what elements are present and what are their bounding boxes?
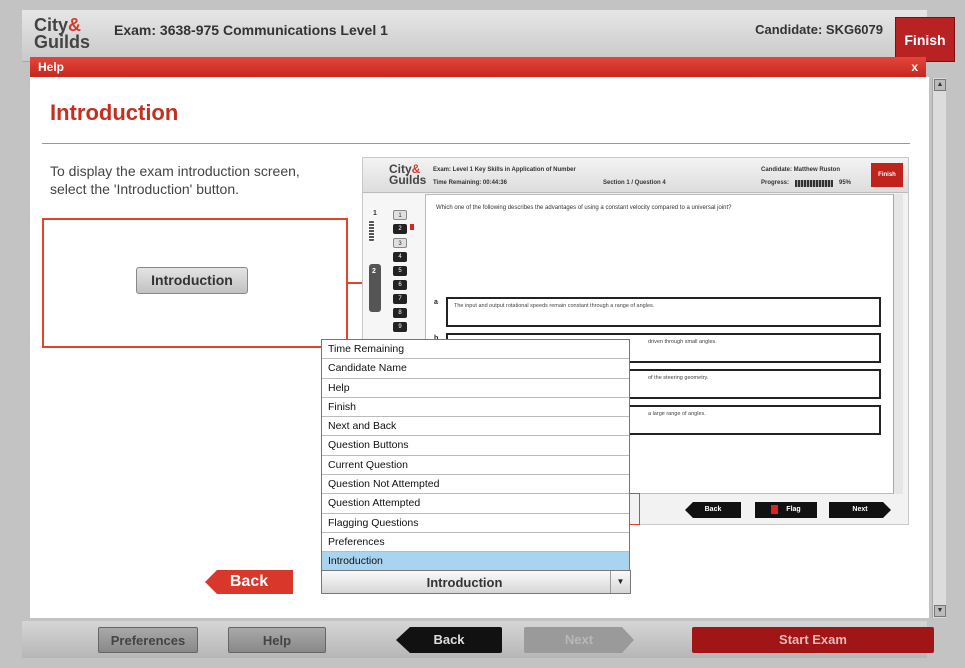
sample-exam-title: Exam: Level 1 Key Skills in Application … (433, 167, 576, 173)
sample-question-button: 3 (393, 238, 407, 248)
sample-next-button: Next (829, 502, 891, 518)
dropdown-option[interactable]: Help (322, 379, 629, 398)
dropdown-option[interactable]: Question Not Attempted (322, 475, 629, 495)
sample-section-1-label: 1 (373, 210, 377, 217)
preferences-button[interactable]: Preferences (98, 627, 198, 653)
sample-question-button: 9 (393, 322, 407, 332)
sample-question-button: 4 (393, 252, 407, 262)
sample-question-text: Which one of the following describes the… (436, 205, 732, 211)
sample-section: Section 1 / Question 4 (603, 180, 666, 186)
dropdown-option[interactable]: Question Buttons (322, 436, 629, 456)
dropdown-option-selected[interactable]: Introduction (322, 552, 629, 572)
help-scrollbar[interactable]: ▲ ▼ (932, 78, 946, 618)
scroll-up-arrow-icon[interactable]: ▲ (934, 79, 946, 91)
sample-section-1-bar (369, 220, 374, 242)
help-back-button[interactable]: Back (205, 570, 293, 594)
help-instruction-text: To display the exam introduction screen,… (50, 163, 300, 197)
sample-option: The input and output rotational speeds r… (446, 297, 881, 327)
dropdown-option[interactable]: Next and Back (322, 417, 629, 437)
help-topic-dropdown-list[interactable]: Time Remaining Candidate Name Help Finis… (321, 339, 630, 572)
help-window-title: Help (38, 60, 65, 74)
sample-section-2-label: 2 (372, 268, 376, 275)
exam-window: City& Guilds Exam: 3638-975 Communicatio… (0, 0, 965, 668)
flag-icon (771, 504, 779, 514)
dropdown-option[interactable]: Current Question (322, 456, 629, 476)
sample-candidate: Candidate: Matthew Ruston (761, 167, 840, 173)
chevron-down-icon[interactable]: ▼ (610, 571, 630, 593)
dropdown-option[interactable]: Question Attempted (322, 494, 629, 514)
dropdown-option[interactable]: Time Remaining (322, 340, 629, 360)
sample-back-button: Back (685, 502, 741, 518)
sample-progress-bar (795, 180, 833, 187)
finish-button[interactable]: Finish (895, 17, 955, 62)
sample-flag-button: Flag (755, 502, 817, 518)
flag-icon (410, 224, 414, 230)
sample-question-button: 5 (393, 266, 407, 276)
dropdown-option[interactable]: Candidate Name (322, 359, 629, 379)
scroll-down-arrow-icon[interactable]: ▼ (934, 605, 946, 617)
sample-option-letter: a (434, 299, 438, 306)
help-topic-select[interactable]: Introduction ▼ (321, 570, 631, 594)
sample-question-button: 7 (393, 294, 407, 304)
sample-header: City& Guilds Exam: Level 1 Key Skills in… (363, 158, 908, 193)
sample-question-button: 1 (393, 210, 407, 220)
sample-scrollbar (893, 194, 903, 494)
help-window-titlebar: Help x (30, 57, 926, 77)
example-introduction-button: Introduction (136, 267, 248, 294)
next-button-disabled[interactable]: Next (524, 627, 634, 653)
sample-question-button: 6 (393, 280, 407, 290)
dropdown-option[interactable]: Flagging Questions (322, 514, 629, 533)
dropdown-option[interactable]: Preferences (322, 533, 629, 553)
sample-logo: City& Guilds (389, 162, 427, 187)
sample-question-button: 2 (393, 224, 407, 234)
exam-title: Exam: 3638-975 Communications Level 1 (114, 22, 388, 38)
exam-header: City& Guilds Exam: 3638-975 Communicatio… (22, 10, 927, 62)
sample-progress-label: Progress: (761, 180, 790, 186)
help-topic-select-value: Introduction (426, 575, 503, 590)
city-guilds-logo: City& Guilds (34, 15, 91, 52)
exam-footer: Preferences Help Back Next Start Exam (22, 621, 934, 658)
close-icon[interactable]: x (911, 60, 918, 74)
back-button[interactable]: Back (396, 627, 502, 653)
sample-progress-percent: 95% (839, 180, 852, 186)
sample-question-button: 8 (393, 308, 407, 318)
help-topic-heading: Introduction (50, 100, 179, 125)
sample-finish-button: Finish (871, 163, 903, 187)
help-button[interactable]: Help (228, 627, 326, 653)
candidate-id: Candidate: SKG6079 (755, 22, 883, 37)
dropdown-option[interactable]: Finish (322, 398, 629, 418)
sample-time-remaining: Time Remaining: 00:44:36 (433, 180, 507, 186)
heading-divider (42, 143, 910, 144)
start-exam-button[interactable]: Start Exam (692, 627, 934, 653)
